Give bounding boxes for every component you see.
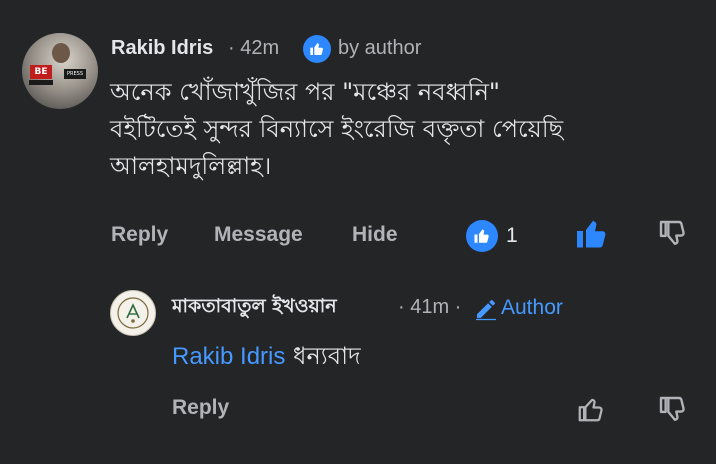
by-author-label: by author (338, 37, 422, 59)
pencil-icon (476, 300, 496, 321)
reaction-summary[interactable] (466, 220, 498, 252)
thumbs-down-icon[interactable] (657, 394, 689, 426)
avatar-head (52, 43, 70, 63)
author-like-badge (303, 35, 331, 63)
comment-text: অনেক খোঁজাখুঁজির পর "মঞ্চের নবধ্বনি" বইট… (110, 74, 690, 185)
author-label: Author (501, 296, 563, 319)
reply-author-name[interactable]: মাকতাবাতুল ইখওয়ান (172, 292, 337, 324)
avatar-badge-strip (29, 80, 53, 85)
thumbs-down-icon[interactable] (657, 218, 689, 250)
thumbs-up-icon[interactable] (576, 394, 606, 424)
thumbs-up-icon[interactable] (574, 216, 610, 252)
commenter-avatar[interactable]: BE PRESS (22, 33, 98, 109)
comment-author-name[interactable]: Rakib Idris (111, 37, 213, 60)
reaction-count[interactable]: 1 (506, 224, 518, 248)
comment-timestamp[interactable]: · 42m (228, 37, 279, 60)
mention-link[interactable]: Rakib Idris (172, 343, 285, 370)
reply-author-avatar[interactable] (110, 290, 156, 336)
reply-button[interactable]: Reply (111, 223, 168, 247)
comment-line: বইটিতেই সুন্দর বিন্যাসে ইংরেজি বক্তৃতা প… (110, 115, 564, 143)
message-button[interactable]: Message (214, 223, 303, 247)
comment-line: আলহামদুলিল্লাহ। (110, 152, 272, 180)
hide-button[interactable]: Hide (352, 223, 398, 247)
thumbs-up-badge-icon (310, 43, 323, 55)
avatar-press-label: PRESS (64, 69, 86, 79)
reply-message: ধন্যবাদ (285, 342, 361, 370)
page-logo-icon (117, 297, 149, 329)
avatar-badge: BE (30, 65, 52, 79)
reply-timestamp[interactable]: · 41m · (398, 296, 461, 319)
comment-line: অনেক খোঁজাখুঁজির পর "মঞ্চের নবধ্বনি" (110, 78, 500, 106)
reply-text: Rakib Idris ধন্যবাদ (172, 340, 361, 373)
thumbs-up-badge-icon (474, 229, 489, 243)
reply-button[interactable]: Reply (172, 396, 229, 420)
